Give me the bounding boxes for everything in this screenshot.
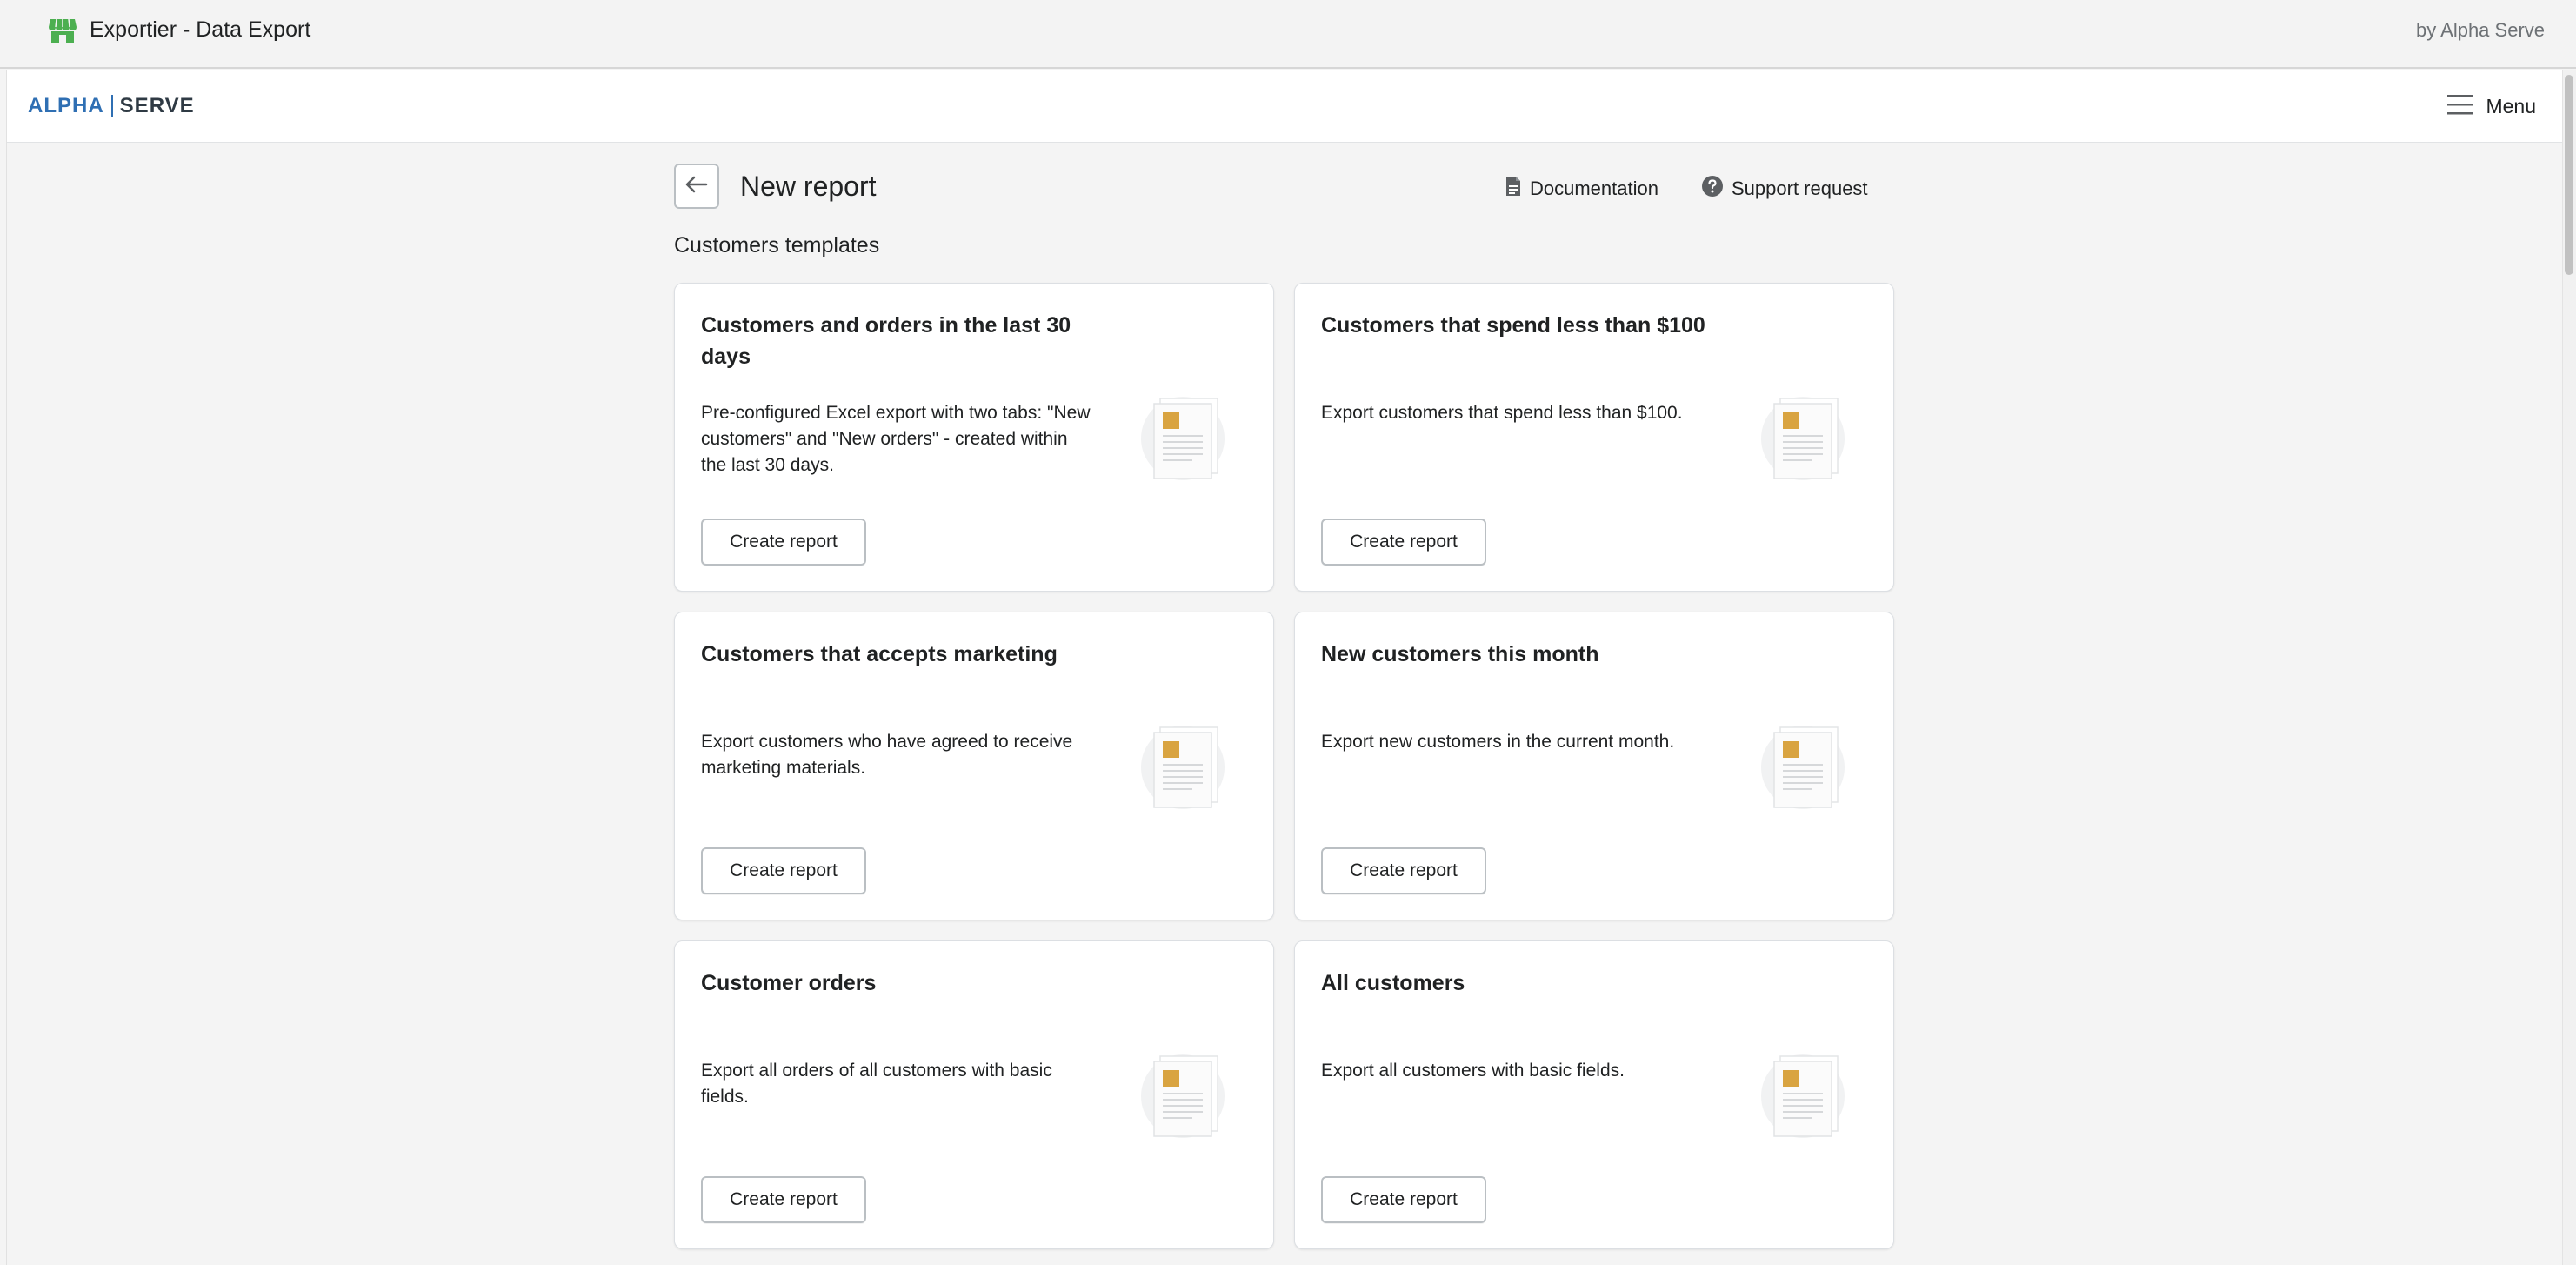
document-icon — [1505, 176, 1521, 202]
support-request-link[interactable]: Support request — [1702, 176, 1868, 202]
documentation-link[interactable]: Documentation — [1505, 176, 1658, 202]
template-card: Customers that accepts marketing Export … — [674, 612, 1274, 920]
hamburger-icon — [2447, 93, 2474, 120]
template-description: Export all orders of all customers with … — [701, 1061, 1052, 1107]
store-icon — [49, 17, 77, 44]
alpha-serve-logo[interactable]: ALPHA SERVE — [28, 92, 195, 120]
menu-button[interactable]: Menu — [2447, 90, 2536, 122]
template-title: Customers and orders in the last 30 days — [701, 313, 1071, 369]
create-report-button[interactable]: Create report — [701, 1176, 866, 1223]
scrollbar-thumb[interactable] — [2565, 75, 2573, 275]
support-request-label: Support request — [1732, 177, 1868, 199]
create-report-button[interactable]: Create report — [1321, 847, 1486, 894]
create-report-button[interactable]: Create report — [701, 519, 866, 566]
template-card: All customers Export all customers with … — [1294, 940, 1894, 1249]
header-bar: ALPHA SERVE Menu — [7, 70, 2562, 143]
template-card: Customer orders Export all orders of all… — [674, 940, 1274, 1249]
question-circle-icon — [1702, 176, 1723, 202]
report-illustration-icon — [1759, 1053, 1846, 1140]
template-description: Pre-configured Excel export with two tab… — [701, 403, 1091, 475]
left-frame-edge — [0, 70, 7, 1265]
report-illustration-icon — [1139, 1053, 1226, 1140]
report-illustration-icon — [1139, 395, 1226, 482]
section-title: Customers templates — [674, 233, 880, 258]
documentation-label: Documentation — [1530, 177, 1658, 199]
template-title: All customers — [1321, 971, 1465, 995]
template-title: Customer orders — [701, 971, 877, 995]
app-bar: Exportier - Data Export by Alpha Serve — [0, 0, 2576, 69]
page-header: New report Documentation Support request — [674, 164, 1892, 211]
logo-divider — [110, 95, 113, 117]
create-report-button[interactable]: Create report — [1321, 519, 1486, 566]
report-illustration-icon — [1759, 724, 1846, 811]
template-card: Customers and orders in the last 30 days… — [674, 283, 1274, 592]
app-title: Exportier - Data Export — [90, 17, 311, 42]
report-illustration-icon — [1759, 395, 1846, 482]
template-title: Customers that accepts marketing — [701, 642, 1058, 666]
logo-right-text: SERVE — [119, 94, 195, 117]
back-button[interactable] — [674, 164, 719, 209]
publisher-label: by Alpha Serve — [2416, 19, 2545, 41]
create-report-button[interactable]: Create report — [701, 847, 866, 894]
page-title: New report — [740, 171, 877, 202]
create-report-button[interactable]: Create report — [1321, 1176, 1486, 1223]
arrow-left-icon — [685, 176, 708, 197]
template-title: New customers this month — [1321, 642, 1599, 666]
template-description: Export customers who have agreed to rece… — [701, 732, 1073, 778]
report-illustration-icon — [1139, 724, 1226, 811]
menu-label: Menu — [2486, 94, 2536, 117]
template-title: Customers that spend less than $100 — [1321, 313, 1705, 338]
template-card: Customers that spend less than $100 Expo… — [1294, 283, 1894, 592]
template-description: Export all customers with basic fields. — [1321, 1061, 1625, 1081]
template-description: Export customers that spend less than $1… — [1321, 403, 1683, 423]
template-card: New customers this month Export new cust… — [1294, 612, 1894, 920]
template-description: Export new customers in the current mont… — [1321, 732, 1675, 752]
logo-left-text: ALPHA — [28, 94, 104, 117]
